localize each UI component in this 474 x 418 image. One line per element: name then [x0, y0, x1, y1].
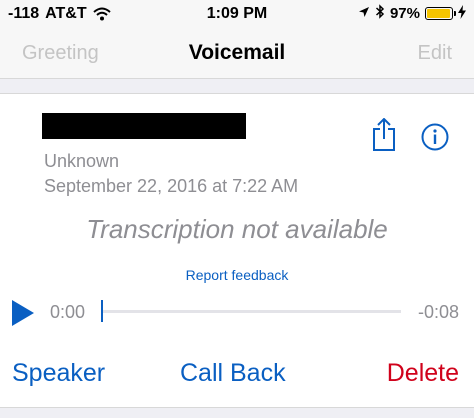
charging-bolt-icon	[458, 4, 466, 23]
delete-button[interactable]: Delete	[387, 359, 459, 388]
transcription-wrap: Transcription not available	[0, 214, 474, 245]
info-icon[interactable]	[421, 123, 449, 156]
battery-percent: 97%	[389, 5, 420, 22]
battery-icon	[425, 7, 456, 20]
battery-fill	[427, 9, 451, 18]
time-remaining: -0:08	[417, 302, 459, 322]
report-feedback-link[interactable]: Report feedback	[186, 267, 289, 283]
wifi-icon	[92, 7, 111, 21]
playback-scrubber[interactable]	[101, 310, 401, 313]
speaker-button[interactable]: Speaker	[12, 359, 105, 388]
redacted-caller-number	[42, 113, 246, 139]
status-left: -118 AT&T	[8, 5, 111, 23]
navigation-bar: Greeting Voicemail Edit	[0, 30, 474, 79]
time-elapsed: 0:00	[50, 302, 86, 322]
scrubber-handle[interactable]	[101, 300, 103, 322]
status-time: 1:09 PM	[206, 5, 268, 22]
caller-name: Unknown	[44, 151, 120, 171]
status-right: 97%	[358, 4, 466, 23]
feedback-wrap: Report feedback	[0, 267, 474, 283]
bluetooth-icon	[375, 4, 385, 23]
page-title: Voicemail	[188, 41, 286, 64]
location-arrow-icon	[358, 5, 370, 22]
call-back-button[interactable]: Call Back	[180, 359, 286, 388]
bottom-separator	[0, 407, 474, 418]
transcription-text: Transcription not available	[86, 214, 388, 244]
greeting-button[interactable]: Greeting	[22, 42, 99, 65]
play-icon[interactable]	[10, 299, 36, 332]
status-bar: -118 AT&T 1:09 PM 97%	[0, 0, 474, 30]
signal-strength: -118	[8, 5, 40, 22]
carrier-name: AT&T	[45, 5, 87, 22]
share-icon[interactable]	[370, 117, 398, 157]
section-separator	[0, 79, 474, 94]
voicemail-detail: Unknown September 22, 2016 at 7:22 AM Tr…	[0, 94, 474, 407]
edit-button[interactable]: Edit	[418, 42, 452, 65]
voicemail-date: September 22, 2016 at 7:22 AM	[44, 176, 299, 196]
